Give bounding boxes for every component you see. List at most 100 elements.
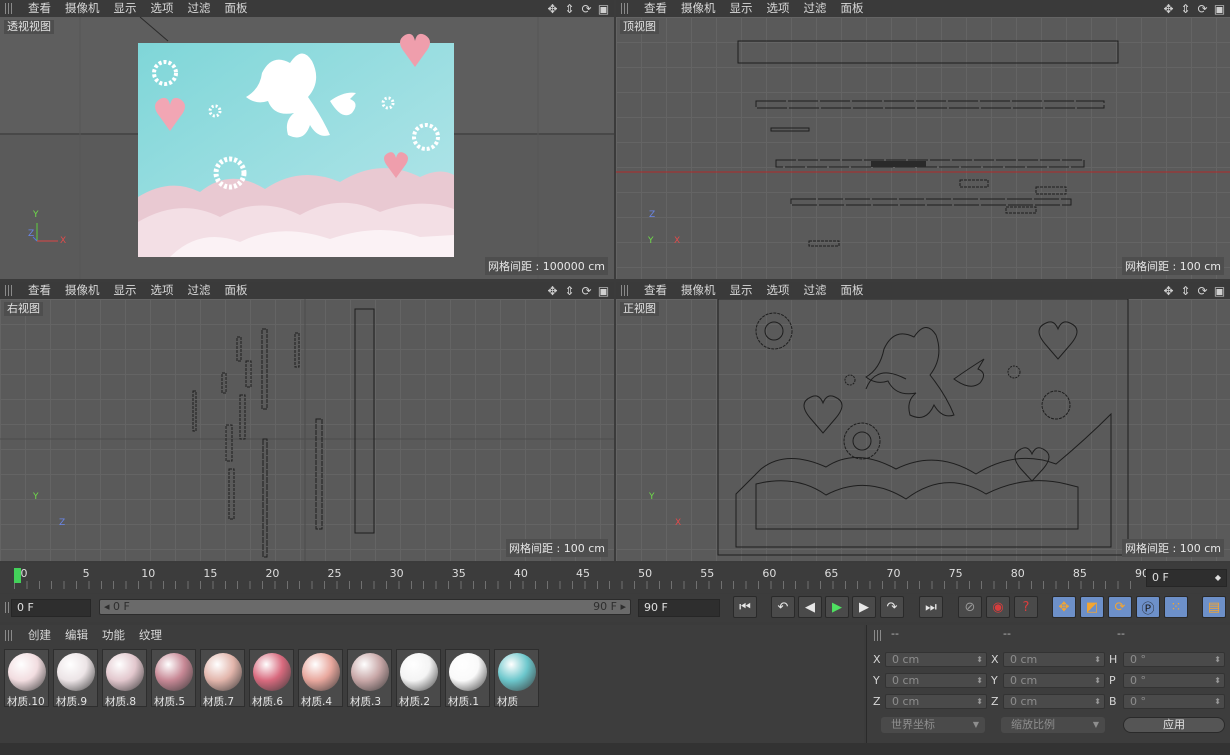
mat-menu-edit[interactable]: 编辑: [58, 627, 95, 644]
grip-icon[interactable]: [5, 285, 13, 296]
next-frame-icon[interactable]: ▶: [852, 596, 876, 618]
perspective-viewport[interactable]: 查看 摄像机 显示 选项 过滤 面板 ✥ ⇕ ⟳ ▣ Y Z X 透视视图 网格…: [0, 0, 614, 279]
zoom-view-icon[interactable]: ⇕: [563, 284, 576, 298]
go-to-start-icon[interactable]: ⏮: [733, 596, 757, 618]
menu-display[interactable]: 显示: [107, 282, 144, 299]
front-viewport[interactable]: 查看 摄像机 显示 选项 过滤 面板 ✥ ⇕ ⟳ ▣ Y X 正视图 网格间距 …: [616, 282, 1230, 561]
material-item[interactable]: 材质.1: [445, 649, 490, 708]
stepper-icon[interactable]: ⬍: [1214, 695, 1221, 708]
key-move-icon[interactable]: ✥: [1052, 596, 1076, 618]
stepper-icon[interactable]: ⬍: [1094, 695, 1101, 708]
position-value-field[interactable]: 0 cm ⬍: [885, 694, 987, 709]
menu-display[interactable]: 显示: [107, 0, 144, 17]
menu-filter[interactable]: 过滤: [181, 0, 218, 17]
material-item[interactable]: 材质.3: [347, 649, 392, 708]
end-frame-field[interactable]: 90 F: [638, 599, 720, 617]
previous-key-icon[interactable]: ↶: [771, 596, 795, 618]
stepper-icon[interactable]: ⬍: [976, 674, 983, 687]
maximize-view-icon[interactable]: ▣: [1213, 2, 1226, 16]
maximize-view-icon[interactable]: ▣: [597, 2, 610, 16]
autokey-icon[interactable]: ◉: [986, 596, 1010, 618]
rotate-view-icon[interactable]: ⟳: [1196, 2, 1209, 16]
menu-panel[interactable]: 面板: [834, 0, 871, 17]
key-param-icon[interactable]: Ⓟ: [1136, 596, 1160, 618]
stepper-icon[interactable]: ⬍: [976, 695, 983, 708]
menu-filter[interactable]: 过滤: [797, 282, 834, 299]
previous-frame-icon[interactable]: ◀: [798, 596, 822, 618]
size-value-field[interactable]: 0 cm ⬍: [1003, 694, 1105, 709]
stepper-icon[interactable]: ⬍: [1214, 653, 1221, 666]
right-viewport[interactable]: 查看 摄像机 显示 选项 过滤 面板 ✥ ⇕ ⟳ ▣ Y Z 右视图 网格间距 …: [0, 282, 614, 561]
rotation-value-field[interactable]: 0 ° ⬍: [1123, 652, 1225, 667]
menu-panel[interactable]: 面板: [218, 0, 255, 17]
position-value-field[interactable]: 0 cm ⬍: [885, 673, 987, 688]
menu-options[interactable]: 选项: [760, 282, 797, 299]
range-slider[interactable]: ◂ 0 F 90 F ▸: [99, 599, 631, 615]
apply-button[interactable]: 应用: [1123, 717, 1225, 733]
timeline-window-icon[interactable]: ▤: [1202, 596, 1226, 618]
material-item[interactable]: 材质.9: [53, 649, 98, 708]
menu-view[interactable]: 查看: [21, 282, 58, 299]
scale-mode-dropdown[interactable]: 缩放比例 ▼: [1001, 717, 1105, 733]
current-frame-field[interactable]: 0 F ◆: [1146, 569, 1227, 587]
zoom-view-icon[interactable]: ⇕: [1179, 2, 1192, 16]
grip-icon[interactable]: [621, 3, 629, 14]
menu-view[interactable]: 查看: [637, 0, 674, 17]
size-value-field[interactable]: 0 cm ⬍: [1003, 673, 1105, 688]
move-view-icon[interactable]: ✥: [546, 284, 559, 298]
timeline-ruler[interactable]: 0 5 10 15 20 25 30 35 40 45 50 55 60 65 70 75 80 85 90: [14, 565, 1149, 589]
motion-record-icon[interactable]: ⊘: [958, 596, 982, 618]
rotate-view-icon[interactable]: ⟳: [580, 2, 593, 16]
menu-view[interactable]: 查看: [637, 282, 674, 299]
material-item[interactable]: 材质.4: [298, 649, 343, 708]
menu-display[interactable]: 显示: [723, 0, 760, 17]
material-item[interactable]: 材质.8: [102, 649, 147, 708]
grip-icon[interactable]: [621, 285, 629, 296]
menu-camera[interactable]: 摄像机: [674, 282, 723, 299]
rotate-view-icon[interactable]: ⟳: [1196, 284, 1209, 298]
grip-icon[interactable]: [874, 630, 882, 641]
zoom-view-icon[interactable]: ⇕: [563, 2, 576, 16]
perspective-canvas[interactable]: Y Z X 透视视图 网格间距 : 100000 cm: [0, 17, 614, 279]
play-icon[interactable]: ▶: [825, 596, 849, 618]
grip-icon[interactable]: [5, 3, 13, 14]
stepper-icon[interactable]: ⬍: [1094, 653, 1101, 666]
menu-view[interactable]: 查看: [21, 0, 58, 17]
menu-camera[interactable]: 摄像机: [58, 0, 107, 17]
maximize-view-icon[interactable]: ▣: [1213, 284, 1226, 298]
menu-display[interactable]: 显示: [723, 282, 760, 299]
position-value-field[interactable]: 0 cm ⬍: [885, 652, 987, 667]
rotation-value-field[interactable]: 0 ° ⬍: [1123, 694, 1225, 709]
coord-mode-dropdown[interactable]: 世界坐标 ▼: [881, 717, 985, 733]
material-item[interactable]: 材质.5: [151, 649, 196, 708]
right-canvas[interactable]: Y Z 右视图 网格间距 : 100 cm: [0, 299, 614, 561]
stepper-icon[interactable]: ⬍: [976, 653, 983, 666]
key-scale-icon[interactable]: ◩: [1080, 596, 1104, 618]
mat-menu-texture[interactable]: 纹理: [132, 627, 169, 644]
next-key-icon[interactable]: ↷: [880, 596, 904, 618]
menu-camera[interactable]: 摄像机: [58, 282, 107, 299]
material-item[interactable]: 材质.2: [396, 649, 441, 708]
key-help-icon[interactable]: ?: [1014, 596, 1038, 618]
grip-icon[interactable]: [5, 629, 13, 641]
front-canvas[interactable]: Y X 正视图 网格间距 : 100 cm: [616, 299, 1230, 561]
rotation-value-field[interactable]: 0 ° ⬍: [1123, 673, 1225, 688]
menu-filter[interactable]: 过滤: [181, 282, 218, 299]
menu-panel[interactable]: 面板: [218, 282, 255, 299]
material-item[interactable]: 材质: [494, 649, 539, 708]
menu-camera[interactable]: 摄像机: [674, 0, 723, 17]
size-value-field[interactable]: 0 cm ⬍: [1003, 652, 1105, 667]
mat-menu-function[interactable]: 功能: [95, 627, 132, 644]
move-view-icon[interactable]: ✥: [1162, 2, 1175, 16]
material-item[interactable]: 材质.10: [4, 649, 49, 708]
timeline[interactable]: 0 5 10 15 20 25 30 35 40 45 50 55 60 65 70 75 80 85 90 0 F…: [0, 563, 1230, 593]
menu-options[interactable]: 选项: [144, 282, 181, 299]
menu-options[interactable]: 选项: [144, 0, 181, 17]
maximize-view-icon[interactable]: ▣: [597, 284, 610, 298]
key-points-icon[interactable]: ⁙: [1164, 596, 1188, 618]
top-viewport[interactable]: 查看 摄像机 显示 选项 过滤 面板 ✥ ⇕ ⟳ ▣ Z Y X 顶视图 网格间…: [616, 0, 1230, 279]
mat-menu-create[interactable]: 创建: [21, 627, 58, 644]
material-item[interactable]: 材质.6: [249, 649, 294, 708]
menu-filter[interactable]: 过滤: [797, 0, 834, 17]
move-view-icon[interactable]: ✥: [1162, 284, 1175, 298]
